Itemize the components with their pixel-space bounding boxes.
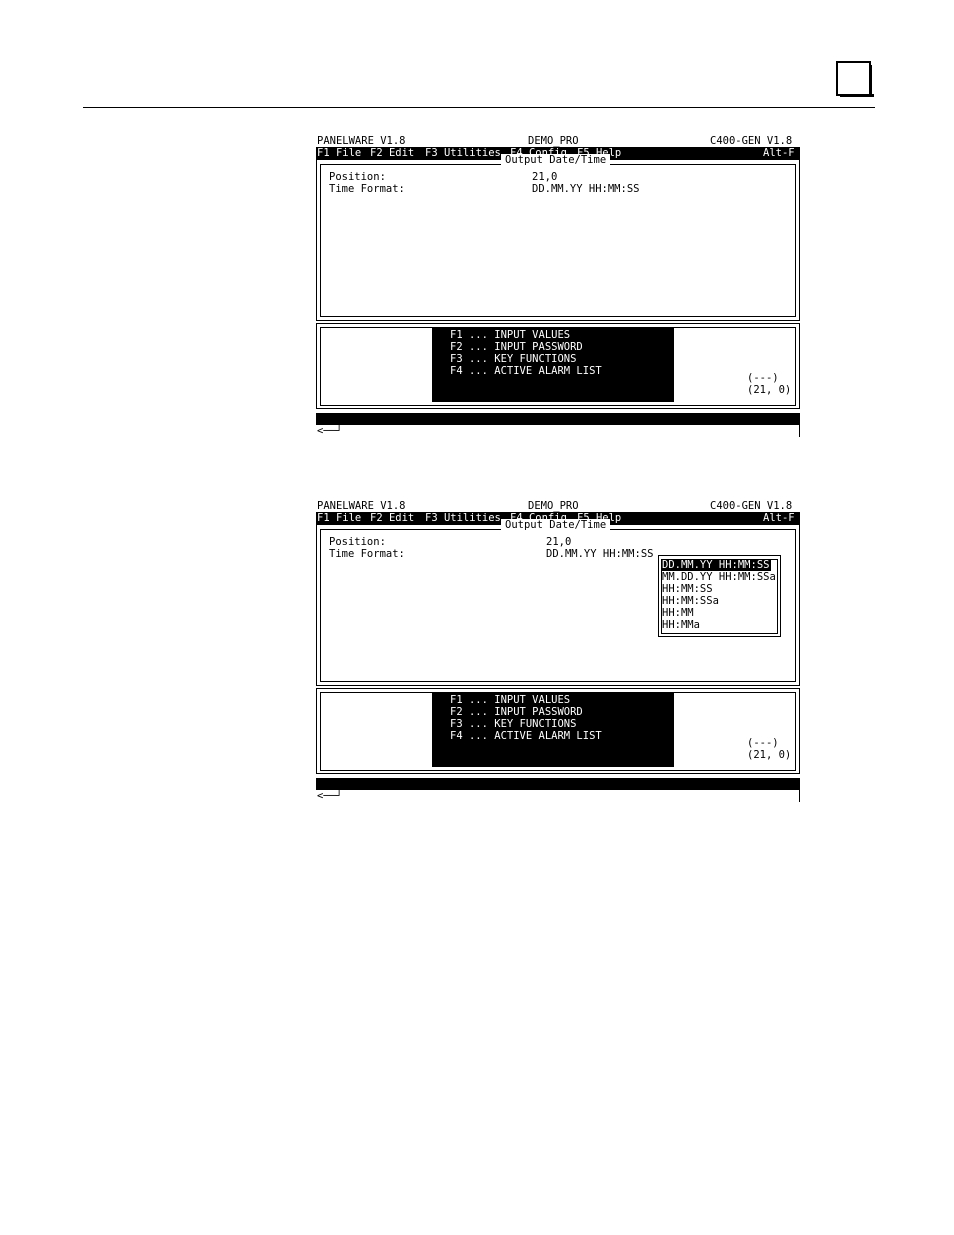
function-menu-item[interactable]: F3 ... KEY FUNCTIONS	[450, 353, 576, 365]
time-format-value[interactable]: DD.MM.YY HH:MM:SS	[532, 183, 639, 195]
status-indicator: (---)	[747, 372, 779, 384]
menu-utilities[interactable]: F3 Utilities	[425, 512, 501, 524]
title-bar: PANELWARE V1.8 DEMO_PRO C400-GEN V1.8	[316, 135, 800, 147]
frame-title: Output Date/Time	[501, 519, 611, 531]
status-indicator: (---)	[747, 737, 779, 749]
menu-file[interactable]: F1 File	[317, 147, 361, 159]
dropdown-option[interactable]: HH:MM:SS	[662, 583, 715, 595]
screen-1: PANELWARE V1.8 DEMO_PRO C400-GEN V1.8 F1…	[316, 135, 800, 437]
target-name: C400-GEN V1.8	[710, 500, 793, 512]
position-value[interactable]: 21,0	[546, 536, 571, 548]
menu-shortcut: Alt-F	[763, 512, 795, 524]
dropdown-option[interactable]: MM.DD.YY HH:MM:SSa	[662, 571, 778, 583]
title-bar: PANELWARE V1.8 DEMO_PRO C400-GEN V1.8	[316, 500, 800, 512]
function-menu-item[interactable]: F2 ... INPUT PASSWORD	[450, 706, 583, 718]
header-rule	[83, 107, 875, 108]
project-name: DEMO_PRO	[528, 135, 579, 147]
cursor-position: (21, 0)	[747, 749, 792, 761]
position-label: Position:	[329, 536, 386, 548]
project-name: DEMO_PRO	[528, 500, 579, 512]
app-title: PANELWARE V1.8	[317, 500, 406, 512]
output-datetime-frame: Output Date/Time Position: 21,0 Time For…	[316, 154, 800, 321]
dropdown-option-selected[interactable]: DD.MM.YY HH:MM:SS	[662, 559, 772, 571]
preview-frame: F1 ... INPUT VALUES F2 ... INPUT PASSWOR…	[316, 323, 800, 409]
dropdown-option[interactable]: HH:MM:SSa	[662, 595, 721, 607]
dropdown-option[interactable]: HH:MM	[662, 607, 696, 619]
screen-2: PANELWARE V1.8 DEMO_PRO C400-GEN V1.8 F1…	[316, 500, 800, 802]
command-line	[316, 790, 800, 802]
cursor-position: (21, 0)	[747, 384, 792, 396]
time-format-dropdown[interactable]: DD.MM.YY HH:MM:SS MM.DD.YY HH:MM:SSa HH:…	[658, 555, 781, 637]
output-datetime-frame: Output Date/Time Position: 21,0 Time For…	[316, 519, 800, 686]
time-format-value[interactable]: DD.MM.YY HH:MM:SS	[546, 548, 653, 560]
function-menu-item[interactable]: F1 ... INPUT VALUES	[450, 694, 570, 706]
position-value[interactable]: 21,0	[532, 171, 557, 183]
menu-edit[interactable]: F2 Edit	[370, 512, 414, 524]
time-format-label: Time Format:	[329, 183, 405, 195]
time-format-label: Time Format:	[329, 548, 405, 560]
preview-frame: F1 ... INPUT VALUES F2 ... INPUT PASSWOR…	[316, 688, 800, 774]
dropdown-option[interactable]: HH:MMa	[662, 619, 702, 631]
target-name: C400-GEN V1.8	[710, 135, 793, 147]
function-menu-item[interactable]: F4 ... ACTIVE ALARM LIST	[450, 365, 602, 377]
page-corner-box	[836, 61, 874, 97]
frame-title: Output Date/Time	[501, 154, 611, 166]
function-key-menu: F1 ... INPUT VALUES F2 ... INPUT PASSWOR…	[432, 328, 674, 402]
enter-key-icon: <──┘	[317, 790, 343, 802]
menu-edit[interactable]: F2 Edit	[370, 147, 414, 159]
menu-file[interactable]: F1 File	[317, 512, 361, 524]
function-key-menu: F1 ... INPUT VALUES F2 ... INPUT PASSWOR…	[432, 693, 674, 767]
command-line	[316, 425, 800, 437]
menu-utilities[interactable]: F3 Utilities	[425, 147, 501, 159]
menu-shortcut: Alt-F	[763, 147, 795, 159]
hint-bar: F4 Accept F10 Exit	[316, 778, 800, 802]
function-menu-item[interactable]: F1 ... INPUT VALUES	[450, 329, 570, 341]
app-title: PANELWARE V1.8	[317, 135, 406, 147]
function-menu-item[interactable]: F4 ... ACTIVE ALARM LIST	[450, 730, 602, 742]
hint-bar: F4 Accept F10 Exit	[316, 413, 800, 437]
position-label: Position:	[329, 171, 386, 183]
function-menu-item[interactable]: F3 ... KEY FUNCTIONS	[450, 718, 576, 730]
function-menu-item[interactable]: F2 ... INPUT PASSWORD	[450, 341, 583, 353]
enter-key-icon: <──┘	[317, 425, 343, 437]
